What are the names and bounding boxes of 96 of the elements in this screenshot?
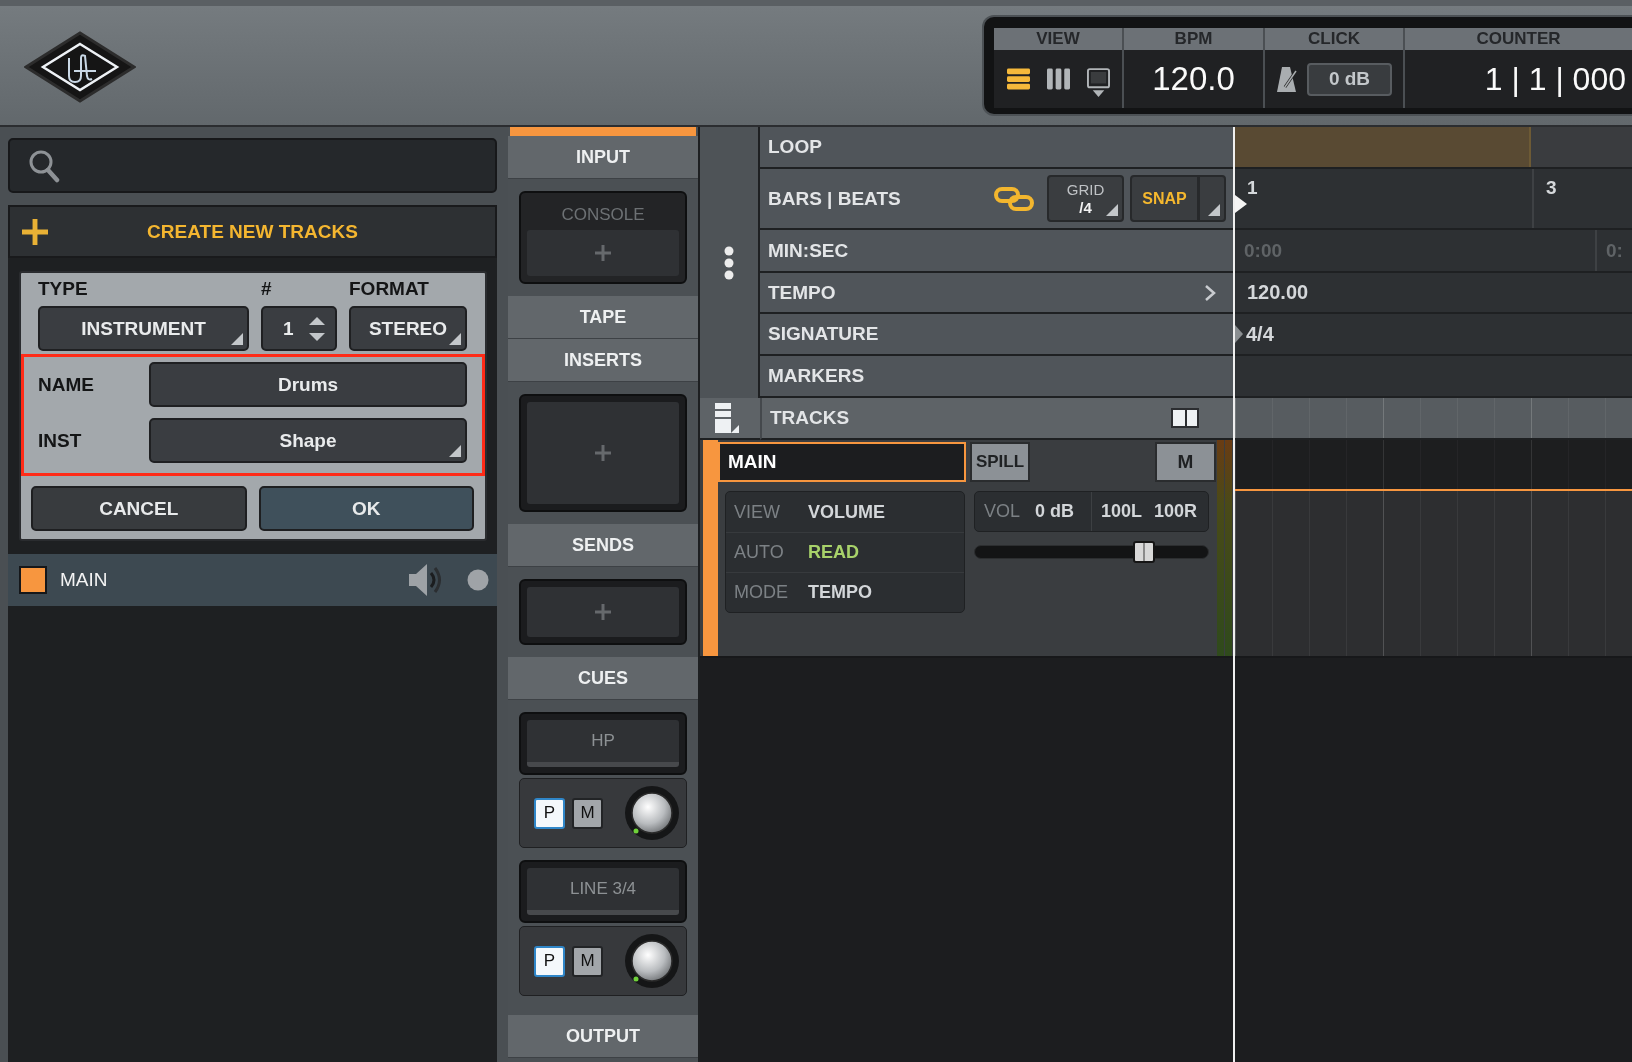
spill-button[interactable]: SPILL (970, 442, 1030, 482)
bars-ruler[interactable]: 1 3 (1235, 169, 1632, 230)
section-header: OUTPUT (508, 1015, 698, 1058)
grid-dropdown[interactable]: GRID /4 (1047, 175, 1124, 222)
columns-view-icon[interactable] (1046, 68, 1070, 90)
level-meter-icon (1216, 440, 1233, 656)
chevron-right-icon[interactable] (1204, 283, 1216, 302)
click-header: CLICK (1265, 28, 1403, 50)
volume-slider-thumb[interactable] (1133, 541, 1156, 563)
plus-icon (22, 218, 48, 245)
cue-output-button[interactable]: LINE 3/4 (527, 868, 679, 915)
dropdown-corner-icon (1106, 204, 1118, 216)
row-label: LOOP (768, 136, 822, 158)
ok-button[interactable]: OK (258, 486, 474, 531)
dropdown-corner-icon (449, 445, 461, 457)
row-label: BARS | BEATS (768, 187, 901, 210)
counter-value: 1 | 1 | 000 (1484, 60, 1626, 98)
create-tracks-header[interactable]: CREATE NEW TRACKS (8, 205, 497, 258)
plus-icon (595, 604, 611, 620)
section-header: CUES (508, 657, 698, 700)
create-tracks-title: CREATE NEW TRACKS (146, 220, 359, 243)
search-field[interactable] (8, 138, 497, 193)
field-label: INST (38, 428, 83, 453)
field-label: TYPE (38, 277, 89, 301)
knob-icon[interactable] (624, 785, 680, 841)
chain-link-icon[interactable] (994, 185, 1034, 212)
dropdown[interactable]: INSTRUMENT (38, 306, 249, 351)
monitor-icon[interactable] (1086, 67, 1110, 97)
mute-button[interactable]: M (1155, 442, 1216, 482)
info-label: AUTO (734, 542, 785, 563)
section-header: SENDS (508, 524, 698, 567)
dropdown-corner-icon (231, 333, 243, 345)
section-header: INPUT (508, 136, 698, 179)
dot-icon[interactable] (467, 569, 489, 591)
tempo-value: 120.00 (1246, 281, 1309, 304)
track-list-item[interactable]: MAIN (8, 554, 497, 606)
cue-toggle-button[interactable]: P (534, 797, 565, 829)
dropdown-corner-icon (449, 333, 461, 345)
section-header: TAPE (508, 296, 698, 339)
list-view-icon[interactable] (1006, 68, 1030, 90)
row-label: TEMPO (768, 281, 836, 304)
cue-toggle-button[interactable]: M (572, 797, 603, 829)
plus-icon (595, 445, 611, 461)
tempo-lane[interactable]: 120.00 (1235, 273, 1632, 314)
ruler-label: 1 (1247, 177, 1258, 199)
row-label: MIN:SEC (768, 239, 849, 262)
search-icon (28, 148, 60, 183)
volume-label: VOL (984, 501, 1022, 522)
info-value[interactable]: VOLUME (808, 501, 885, 523)
field-label: # (261, 277, 273, 301)
info-value[interactable]: TEMPO (808, 582, 872, 603)
cue-toggle-button[interactable]: M (572, 945, 603, 977)
field-label: NAME (38, 372, 95, 397)
signature-value: 4/4 (1245, 322, 1274, 346)
ruler-label: 3 (1546, 177, 1557, 199)
cancel-button[interactable]: CANCEL (31, 486, 247, 531)
track-name: MAIN (60, 569, 108, 591)
add-input-button[interactable] (527, 230, 679, 276)
bpm-header: BPM (1124, 28, 1263, 50)
row-label: MARKERS (768, 365, 865, 387)
info-value[interactable]: READ (808, 542, 859, 563)
dropdown[interactable]: Shape (149, 418, 467, 463)
snap-button[interactable]: SNAP (1130, 175, 1199, 222)
info-label: VIEW (734, 501, 781, 523)
counter-header: COUNTER (1405, 28, 1632, 50)
row-label: TRACKS (770, 407, 850, 429)
name-field[interactable]: Drums (149, 362, 467, 407)
cue-toggle-button[interactable]: P (534, 945, 565, 977)
plus-icon (595, 245, 611, 261)
up-down-arrows-icon[interactable] (308, 314, 326, 343)
snap-menu-button[interactable] (1199, 175, 1226, 222)
vertical-dots-icon[interactable] (723, 244, 735, 281)
dropdown-corner-icon (1208, 204, 1220, 216)
view-header: VIEW (994, 28, 1122, 50)
row-label: SIGNATURE (768, 323, 879, 345)
signature-lane[interactable]: 4/4 (1235, 314, 1632, 356)
cue-output-button[interactable]: HP (527, 720, 679, 767)
gain-readout[interactable]: 0 dB (1035, 501, 1091, 522)
track-list-icon[interactable] (714, 402, 740, 434)
diamond-logo-icon (24, 31, 136, 103)
split-view-icon[interactable] (1170, 407, 1200, 429)
field-label: FORMAT (349, 277, 430, 301)
knob-icon[interactable] (624, 933, 680, 989)
info-label: MODE (734, 582, 789, 603)
click-level-button[interactable]: 0 dB (1307, 62, 1392, 96)
metronome-icon[interactable] (1276, 65, 1298, 93)
track-header[interactable]: MAIN SPILL M VIEW VOLUME AUTO READ MODE TEMPO VOL 0 dB 100L 100R (700, 440, 1233, 658)
dropdown[interactable]: STEREO (349, 306, 467, 351)
section-header: INSERTS (508, 339, 698, 382)
input-source-label: CONSOLE (560, 203, 646, 226)
pan-readout[interactable]: 100R (1154, 501, 1198, 522)
pan-readout[interactable]: 100L (1101, 501, 1143, 522)
bpm-value[interactable]: 120.0 (1152, 60, 1235, 98)
track-name-field[interactable]: MAIN (718, 442, 966, 482)
number-stepper[interactable]: 1 (261, 306, 337, 351)
triangle-marker-icon[interactable] (1235, 325, 1243, 343)
